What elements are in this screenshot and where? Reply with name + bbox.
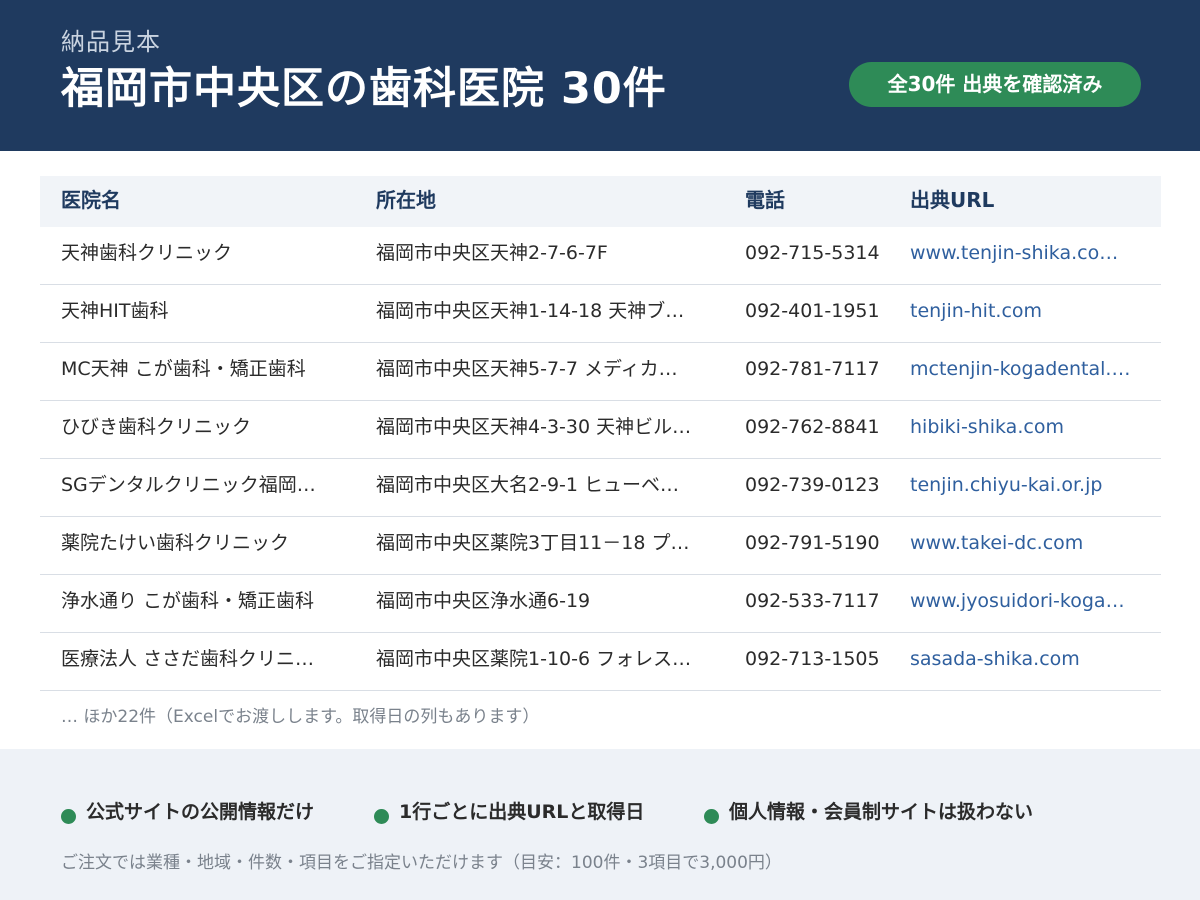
page-title: 福岡市中央区の歯科医院 30件 [61, 64, 667, 114]
cell-address: 福岡市中央区薬院3丁目11－18 プ… [376, 532, 690, 554]
cell-clinic-name: 天神歯科クリニック [61, 242, 233, 264]
cell-address: 福岡市中央区天神4-3-30 天神ビル… [376, 416, 692, 438]
green-dot-icon [61, 809, 76, 824]
cell-clinic-name: 医療法人 ささだ歯科クリニ… [61, 648, 315, 670]
cell-clinic-name: 薬院たけい歯科クリニック [61, 532, 290, 554]
footer-panel: 公式サイトの公開情報だけ 1行ごとに出典URLと取得日 個人情報・会員制サイトは… [0, 749, 1200, 900]
cell-phone: 092-401-1951 [745, 300, 880, 322]
feature-label: 公式サイトの公開情報だけ [86, 801, 315, 823]
table-row: 浄水通り こが歯科・矯正歯科 福岡市中央区浄水通6-19 092-533-7117 w… [40, 575, 1161, 633]
cell-phone: 092-762-8841 [745, 416, 880, 438]
cell-source-url[interactable]: mctenjin-kogadental.… [910, 343, 1140, 396]
clinic-table: 医院名 所在地 電話 出典URL 天神歯科クリニック 福岡市中央区天神2-7-6-… [40, 176, 1161, 691]
cell-address: 福岡市中央区天神2-7-6-7F [376, 242, 608, 264]
feature-label: 1行ごとに出典URLと取得日 [399, 801, 645, 823]
cell-phone: 092-739-0123 [745, 474, 880, 496]
cell-address: 福岡市中央区天神1-14-18 天神ブ… [376, 300, 685, 322]
eyebrow-label: 納品見本 [61, 28, 161, 56]
column-header-url: 出典URL [910, 188, 995, 212]
verified-badge: 全30件 出典を確認済み [849, 62, 1141, 107]
column-header-name: 医院名 [61, 188, 121, 212]
green-dot-icon [704, 809, 719, 824]
cell-phone: 092-715-5314 [745, 242, 880, 264]
table-row: 天神HIT歯科 福岡市中央区天神1-14-18 天神ブ… 092-401-1951 t… [40, 285, 1161, 343]
cell-address: 福岡市中央区大名2-9-1 ヒューベ… [376, 474, 680, 496]
cell-source-url[interactable]: www.takei-dc.com [910, 517, 1140, 570]
table-row: 薬院たけい歯科クリニック 福岡市中央区薬院3丁目11－18 プ… 092-791-5… [40, 517, 1161, 575]
cell-phone: 092-713-1505 [745, 648, 880, 670]
column-header-phone: 電話 [745, 188, 785, 212]
table-row: MC天神 こが歯科・矯正歯科 福岡市中央区天神5-7-7 メディカ… 092-781… [40, 343, 1161, 401]
cell-clinic-name: 天神HIT歯科 [61, 300, 169, 322]
cell-phone: 092-533-7117 [745, 590, 880, 612]
feature-label: 個人情報・会員制サイトは扱わない [729, 801, 1034, 823]
cell-source-url[interactable]: tenjin.chiyu-kai.or.jp [910, 459, 1140, 512]
table-body: 天神歯科クリニック 福岡市中央区天神2-7-6-7F 092-715-5314 www… [40, 227, 1161, 691]
cell-address: 福岡市中央区天神5-7-7 メディカ… [376, 358, 678, 380]
cell-source-url[interactable]: hibiki-shika.com [910, 401, 1140, 454]
cell-source-url[interactable]: www.tenjin-shika.co… [910, 227, 1140, 280]
table-row: 医療法人 ささだ歯科クリニ… 福岡市中央区薬院1-10-6 フォレス… 092-71… [40, 633, 1161, 691]
cell-clinic-name: MC天神 こが歯科・矯正歯科 [61, 358, 306, 380]
cell-source-url[interactable]: sasada-shika.com [910, 633, 1140, 686]
cell-source-url[interactable]: tenjin-hit.com [910, 285, 1140, 338]
cell-phone: 092-781-7117 [745, 358, 880, 380]
table-row: SGデンタルクリニック福岡… 福岡市中央区大名2-9-1 ヒューベ… 092-739… [40, 459, 1161, 517]
table-row: 天神歯科クリニック 福岡市中央区天神2-7-6-7F 092-715-5314 www… [40, 227, 1161, 285]
green-dot-icon [374, 809, 389, 824]
cell-clinic-name: 浄水通り こが歯科・矯正歯科 [61, 590, 315, 612]
cell-clinic-name: SGデンタルクリニック福岡… [61, 474, 316, 496]
cell-source-url[interactable]: www.jyosuidori-koga… [910, 575, 1140, 628]
table-row: ひびき歯科クリニック 福岡市中央区天神4-3-30 天神ビル… 092-762-88… [40, 401, 1161, 459]
cell-address: 福岡市中央区薬院1-10-6 フォレス… [376, 648, 692, 670]
order-note: ご注文では業種・地域・件数・項目をご指定いただけます（目安：100件・3項目で3… [61, 853, 782, 873]
column-header-address: 所在地 [376, 188, 436, 212]
cell-phone: 092-791-5190 [745, 532, 880, 554]
more-rows-note: … ほか22件（Excelでお渡しします。取得日の列もあります） [61, 707, 540, 727]
page-header: 納品見本 福岡市中央区の歯科医院 30件 全30件 出典を確認済み [0, 0, 1200, 151]
cell-clinic-name: ひびき歯科クリニック [61, 416, 252, 438]
cell-address: 福岡市中央区浄水通6-19 [376, 590, 591, 612]
table-header: 医院名 所在地 電話 出典URL [40, 176, 1161, 227]
